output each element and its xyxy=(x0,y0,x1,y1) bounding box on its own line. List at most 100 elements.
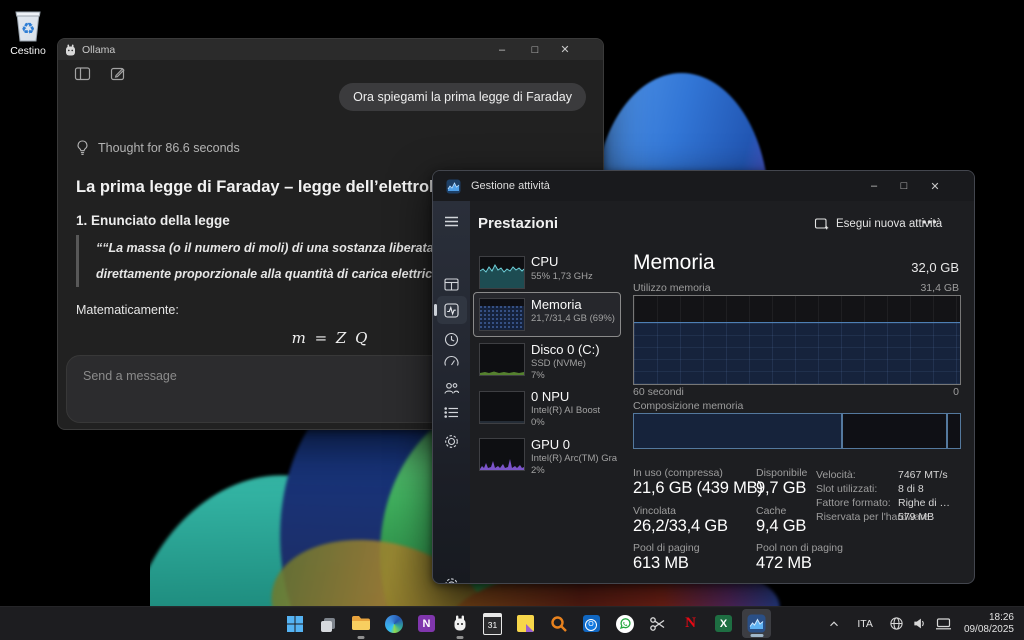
task-view-button[interactable] xyxy=(311,607,344,640)
stat-value-cached: 9,4 GB xyxy=(756,517,806,536)
nav-services-icon[interactable] xyxy=(443,433,460,450)
edge-icon xyxy=(385,615,403,633)
onenote-button[interactable]: N xyxy=(410,607,443,640)
cpu-detail: 55% 1,73 GHz xyxy=(531,271,593,282)
disk-detail-2: 7% xyxy=(531,370,545,381)
stat-label-committed: Vincolata xyxy=(633,505,676,517)
composition-label: Composizione memoria xyxy=(633,400,743,412)
tm-maximize-button[interactable]: □ xyxy=(891,171,917,201)
onenote-icon: N xyxy=(418,615,435,632)
memory-thumbnail[interactable] xyxy=(479,298,525,331)
recycle-bin-icon: ♻ xyxy=(11,8,45,44)
cpu-thumbnail[interactable] xyxy=(479,256,525,289)
usage-chart-max: 31,4 GB xyxy=(920,282,959,294)
edge-button[interactable] xyxy=(377,607,410,640)
system-tray: ITA 18:26 09/08/2025 xyxy=(827,607,1024,640)
sticky-notes-icon xyxy=(517,615,534,632)
tm-minimize-button[interactable]: – xyxy=(861,171,887,201)
nav-app-history-icon[interactable] xyxy=(443,331,460,348)
hidden-icons-chevron[interactable] xyxy=(827,617,841,631)
whatsapp-icon xyxy=(616,615,634,633)
sidebar-item-disk[interactable]: Disco 0 (C:) xyxy=(531,342,600,357)
ollama-minimize-button[interactable]: – xyxy=(489,39,515,60)
memory-detail: 21,7/31,4 GB (69%) xyxy=(531,313,615,324)
task-manager-app-icon xyxy=(446,179,461,194)
file-explorer-icon xyxy=(351,615,371,632)
nav-startup-apps-icon[interactable] xyxy=(443,354,460,371)
stat-label-inuse: In uso (compressa) xyxy=(633,467,723,479)
calendar-button[interactable]: 31 xyxy=(476,607,509,640)
usage-chart-label: Utilizzo memoria xyxy=(633,282,711,294)
gpu-detail-1: Intel(R) Arc(TM) Graphic xyxy=(531,453,617,464)
gpu-thumbnail[interactable] xyxy=(479,438,525,471)
language-indicator[interactable]: ITA xyxy=(857,618,873,630)
new-chat-icon[interactable] xyxy=(110,66,126,82)
nav-performance-icon[interactable] xyxy=(443,302,460,319)
outlook-button[interactable]: O xyxy=(575,607,608,640)
detail-label-formfactor: Fattore formato: xyxy=(816,497,891,509)
netflix-button[interactable]: N xyxy=(674,607,707,640)
stat-value-nonpaged: 472 MB xyxy=(756,554,812,573)
task-view-icon xyxy=(319,615,337,633)
ollama-maximize-button[interactable]: □ xyxy=(522,39,548,60)
recycle-bin-shortcut[interactable]: ♻ Cestino xyxy=(6,8,50,57)
tm-close-button[interactable]: ✕ xyxy=(922,171,948,201)
volume-icon[interactable] xyxy=(912,616,927,631)
memory-usage-chart xyxy=(633,295,961,385)
page-title: Prestazioni xyxy=(478,215,558,232)
more-options-button[interactable]: ••• xyxy=(922,215,938,229)
snipping-tool-button[interactable] xyxy=(641,607,674,640)
sidebar-item-gpu[interactable]: GPU 0 xyxy=(531,437,570,452)
chart-right-label: 0 xyxy=(953,386,959,398)
disk-thumbnail[interactable] xyxy=(479,343,525,376)
detail-value-slots: 8 di 8 xyxy=(898,483,924,495)
svg-text:♻: ♻ xyxy=(21,19,35,38)
clock[interactable]: 18:26 09/08/2025 xyxy=(964,612,1014,636)
whatsapp-button[interactable] xyxy=(608,607,641,640)
file-explorer-button[interactable] xyxy=(344,607,377,640)
task-manager-titlebar[interactable]: Gestione attività – □ ✕ xyxy=(433,171,974,201)
user-message-bubble: Ora spiegami la prima legge di Faraday xyxy=(339,83,586,111)
sidebar-toggle-icon[interactable] xyxy=(74,66,91,82)
nav-selected-indicator xyxy=(434,304,437,316)
settings-gear-icon[interactable] xyxy=(443,576,460,584)
excel-button[interactable]: X xyxy=(707,607,740,640)
lightbulb-icon xyxy=(76,140,89,156)
ollama-titlebar[interactable]: Ollama – □ ✕ xyxy=(58,39,603,60)
thought-summary[interactable]: Thought for 86.6 seconds xyxy=(76,140,240,156)
math-intro: Matematicamente: xyxy=(76,303,179,317)
sticky-notes-button[interactable] xyxy=(509,607,542,640)
recycle-bin-label: Cestino xyxy=(6,45,50,57)
sidebar-item-memory[interactable]: Memoria xyxy=(531,297,582,312)
sidebar-item-cpu[interactable]: CPU xyxy=(531,254,558,269)
task-manager-taskbar-button[interactable] xyxy=(742,609,771,638)
detail-value-speed: 7467 MT/s xyxy=(898,469,948,481)
detail-value-reserved: 579 MB xyxy=(898,511,934,523)
start-button[interactable] xyxy=(278,607,311,640)
menu-hamburger-icon[interactable] xyxy=(443,213,460,230)
npu-thumbnail[interactable] xyxy=(479,391,525,424)
memory-composition-bar xyxy=(633,413,961,449)
run-new-task-icon xyxy=(814,217,829,231)
nav-details-icon[interactable] xyxy=(443,404,460,421)
battery-laptop-icon[interactable] xyxy=(935,616,952,631)
search-app-button[interactable] xyxy=(542,607,575,640)
thought-summary-text: Thought for 86.6 seconds xyxy=(98,141,240,155)
memory-usage-fill xyxy=(634,322,960,384)
ollama-taskbar-button[interactable] xyxy=(443,607,476,640)
sidebar-item-npu[interactable]: 0 NPU xyxy=(531,389,569,404)
detail-label-speed: Velocità: xyxy=(816,469,856,481)
task-manager-window: Gestione attività – □ ✕ Prestazioni Eseg xyxy=(432,170,975,584)
nav-users-icon[interactable] xyxy=(443,380,460,397)
detail-value-formfactor: Righe di … xyxy=(898,497,950,509)
ollama-llama-icon xyxy=(452,615,468,633)
nav-processes-icon[interactable] xyxy=(443,276,460,293)
network-globe-icon[interactable] xyxy=(889,616,904,631)
task-manager-taskbar-icon xyxy=(747,614,766,633)
tray-date: 09/08/2025 xyxy=(964,624,1014,636)
stat-label-nonpaged: Pool non di paging xyxy=(756,542,843,554)
disk-detail-1: SSD (NVMe) xyxy=(531,358,586,369)
task-manager-window-title: Gestione attività xyxy=(471,180,550,192)
ollama-close-button[interactable]: ✕ xyxy=(552,39,578,60)
memory-total: 32,0 GB xyxy=(911,260,959,275)
